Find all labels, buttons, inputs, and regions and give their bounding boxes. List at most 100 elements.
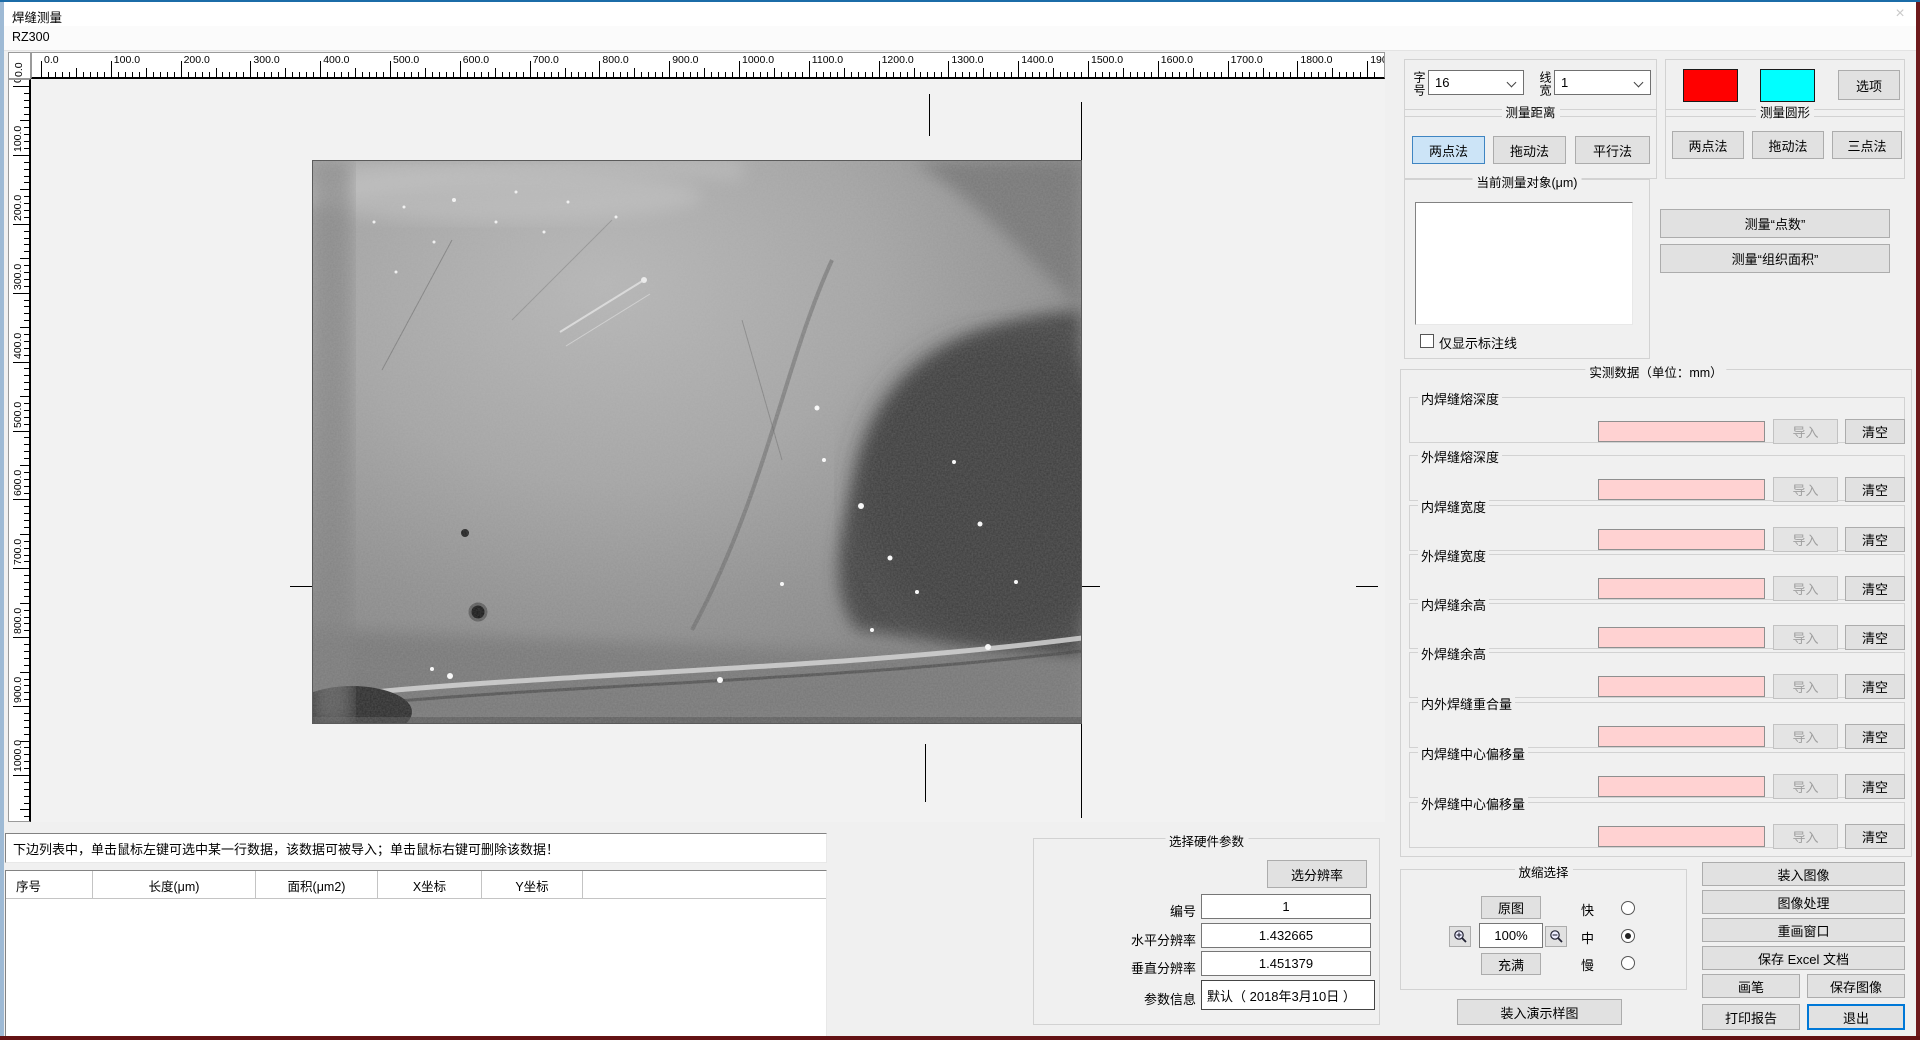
zoom-in-icon[interactable] [1449, 926, 1471, 947]
ruler-tick [24, 238, 29, 239]
distance-two-point-button[interactable]: 两点法 [1412, 136, 1485, 164]
ruler-tick [69, 72, 70, 77]
circle-drag-button[interactable]: 拖动法 [1752, 131, 1824, 159]
show-annotation-checkbox[interactable] [1420, 334, 1434, 348]
ruler-tick [13, 224, 29, 225]
ruler-tick [990, 72, 991, 77]
ruler-tick [13, 499, 29, 500]
window-bottom-border [0, 1036, 1920, 1040]
clear-button[interactable]: 清空 [1845, 576, 1905, 601]
measured-value-field[interactable] [1598, 627, 1765, 648]
table-header-cell[interactable]: X坐标 [378, 871, 482, 899]
number-field[interactable]: 1 [1201, 894, 1371, 919]
import-button[interactable]: 导入 [1773, 774, 1838, 799]
ruler-tick [24, 279, 29, 280]
table-header-cell[interactable]: 面积(μm2) [256, 871, 378, 899]
measured-value-field[interactable] [1598, 421, 1765, 442]
image-processing-button[interactable]: 图像处理 [1702, 890, 1905, 914]
table-header-cell[interactable]: 长度(μm) [93, 871, 256, 899]
table-header-cell[interactable]: Y坐标 [482, 871, 583, 899]
ruler-tick [111, 61, 112, 77]
select-resolution-button[interactable]: 选分辨率 [1267, 860, 1367, 888]
param-info-label: 参数信息 [1051, 989, 1196, 1008]
measured-value-field[interactable] [1598, 776, 1765, 797]
measure-line-bottom [925, 744, 926, 802]
print-report-button[interactable]: 打印报告 [1702, 1004, 1800, 1030]
save-excel-button[interactable]: 保存 Excel 文档 [1702, 946, 1905, 970]
window-right-border [1916, 2, 1920, 1040]
current-object-listbox[interactable] [1415, 202, 1633, 325]
ruler-label: 700.0 [12, 539, 24, 565]
import-button[interactable]: 导入 [1773, 527, 1838, 552]
clear-button[interactable]: 清空 [1845, 774, 1905, 799]
speed-slow-radio[interactable] [1621, 956, 1635, 970]
param-info-field[interactable]: 默认（ 2018年3月10日 ） [1201, 980, 1375, 1010]
color-swatch-cyan[interactable] [1760, 69, 1815, 102]
ruler-tick [1367, 61, 1368, 77]
fit-button[interactable]: 充满 [1481, 953, 1541, 975]
import-button[interactable]: 导入 [1773, 576, 1838, 601]
zoom-group-title: 放缩选择 [1514, 862, 1572, 881]
circle-two-point-button[interactable]: 两点法 [1672, 131, 1744, 159]
circle-three-point-button[interactable]: 三点法 [1832, 131, 1902, 159]
ruler-tick [502, 72, 503, 77]
import-button[interactable]: 导入 [1773, 674, 1838, 699]
image-canvas[interactable] [31, 79, 1385, 822]
speed-medium-radio[interactable] [1621, 929, 1635, 943]
table-header-cell[interactable]: 序号 [6, 871, 93, 899]
clear-button[interactable]: 清空 [1845, 674, 1905, 699]
ruler-tick [453, 72, 454, 77]
ruler-label: 200.0 [184, 54, 210, 66]
exit-button[interactable]: 退出 [1807, 1004, 1905, 1030]
clear-button[interactable]: 清空 [1845, 724, 1905, 749]
import-button[interactable]: 导入 [1773, 419, 1838, 444]
import-button[interactable]: 导入 [1773, 477, 1838, 502]
measured-value-field[interactable] [1598, 826, 1765, 847]
measured-value-field[interactable] [1598, 726, 1765, 747]
close-icon[interactable]: × [1888, 4, 1912, 24]
zoom-out-icon[interactable] [1545, 926, 1567, 947]
pen-button[interactable]: 画笔 [1702, 974, 1800, 998]
options-button[interactable]: 选项 [1838, 70, 1900, 100]
measured-value-field[interactable] [1598, 676, 1765, 697]
save-image-button[interactable]: 保存图像 [1807, 974, 1905, 998]
load-image-button[interactable]: 装入图像 [1702, 862, 1905, 886]
import-button[interactable]: 导入 [1773, 625, 1838, 650]
ruler-tick [1102, 72, 1103, 77]
data-table[interactable]: 序号长度(μm)面积(μm2)X坐标Y坐标 [5, 870, 827, 1037]
ruler-tick [948, 61, 949, 77]
ruler-tick [788, 72, 789, 77]
measure-area-button[interactable]: 测量“组织面积” [1660, 244, 1890, 273]
distance-parallel-button[interactable]: 平行法 [1575, 136, 1650, 164]
h-resolution-field[interactable]: 1.432665 [1201, 923, 1371, 948]
zoom-percent-field[interactable]: 100% [1479, 923, 1543, 948]
clear-button[interactable]: 清空 [1845, 419, 1905, 444]
import-button[interactable]: 导入 [1773, 824, 1838, 849]
measured-value-field[interactable] [1598, 578, 1765, 599]
ruler-tick [24, 699, 29, 700]
ruler-tick [537, 72, 538, 77]
distance-drag-button[interactable]: 拖动法 [1493, 136, 1566, 164]
redraw-window-button[interactable]: 重画窗口 [1702, 918, 1905, 942]
measured-value-field[interactable] [1598, 479, 1765, 500]
clear-button[interactable]: 清空 [1845, 527, 1905, 552]
color-swatch-red[interactable] [1683, 69, 1738, 102]
clear-button[interactable]: 清空 [1845, 824, 1905, 849]
ruler-tick [1172, 72, 1173, 77]
font-size-select[interactable]: 16 [1428, 70, 1524, 95]
measured-value-field[interactable] [1598, 529, 1765, 550]
menu-item-rz300[interactable]: RZ300 [12, 30, 50, 44]
measured-row-label: 内焊缝熔深度 [1418, 389, 1502, 408]
import-button[interactable]: 导入 [1773, 724, 1838, 749]
ruler-tick [962, 72, 963, 77]
clear-button[interactable]: 清空 [1845, 477, 1905, 502]
ruler-label: 500.0 [393, 54, 419, 66]
load-demo-image-button[interactable]: 装入演示样图 [1457, 999, 1622, 1025]
table-header-filler [583, 871, 826, 899]
speed-fast-radio[interactable] [1621, 901, 1635, 915]
v-resolution-field[interactable]: 1.451379 [1201, 951, 1371, 976]
measure-points-button[interactable]: 测量“点数” [1660, 209, 1890, 238]
clear-button[interactable]: 清空 [1845, 625, 1905, 650]
original-size-button[interactable]: 原图 [1481, 896, 1541, 919]
line-width-select[interactable]: 1 [1554, 70, 1651, 95]
